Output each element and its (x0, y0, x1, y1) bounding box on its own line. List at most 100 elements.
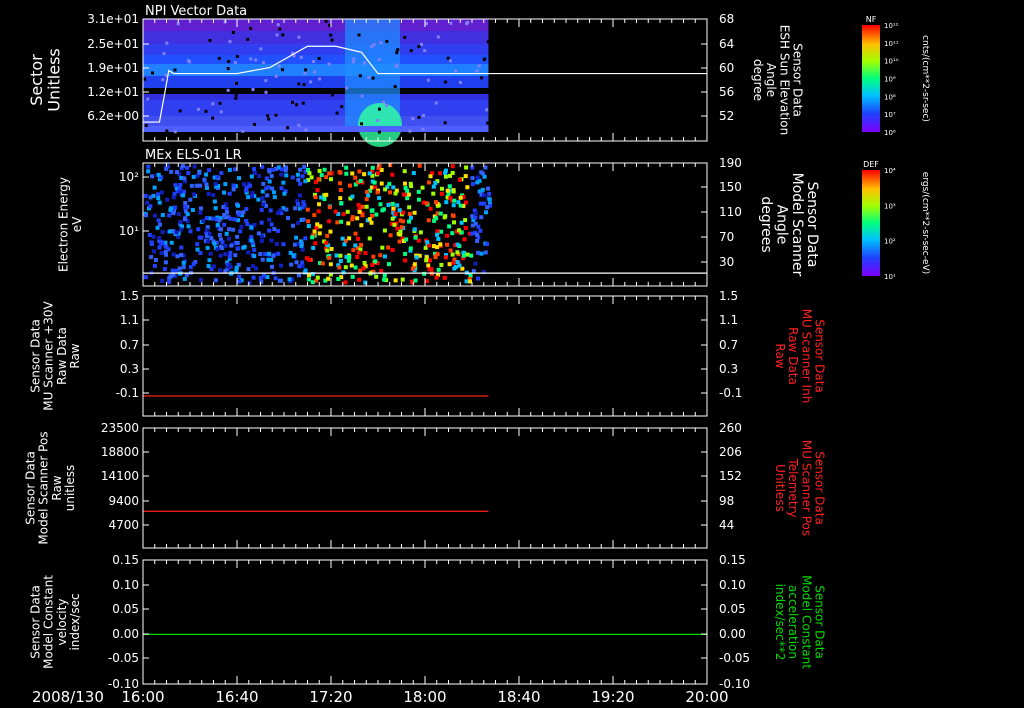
spectrogram-band (143, 31, 489, 44)
spectrogram-pixel (409, 49, 413, 53)
spectrogram-pixel (251, 88, 255, 92)
date-label: 2008/130 (32, 688, 104, 706)
spectrogram-pixel (343, 265, 348, 270)
right-y-tick-label: 0.7 (719, 338, 738, 352)
spectrogram-pixel (431, 191, 436, 196)
spectrogram-pixel (227, 59, 231, 63)
spectrogram-pixel (371, 254, 376, 259)
colorbar-tick-label: 10¹² (884, 22, 899, 30)
spectrogram-pixel (450, 231, 455, 236)
spectrogram-pixel (380, 208, 385, 213)
colorbar-unit: cnts/(cm**2-sr-sec) (920, 35, 930, 122)
spectrogram-pixel (327, 171, 332, 176)
y-tick-label: 1.2e+01 (87, 85, 139, 99)
spectrogram-pixel (218, 253, 223, 258)
spectrogram-pixel (411, 171, 416, 176)
spectrogram-pixel (223, 269, 228, 274)
spectrogram-pixel (345, 209, 350, 214)
spectrogram-pixel (297, 123, 301, 127)
spectrogram-pixel (317, 168, 322, 173)
spectrogram-pixel (247, 183, 252, 188)
spectrogram-pixel (291, 100, 295, 104)
spectrogram-pixel (249, 174, 254, 179)
y-axis-label-line: Model Scanner Pos (37, 431, 51, 544)
spectrogram-pixel (241, 210, 246, 215)
right-y-axis-label-line: Sensor Data (804, 182, 820, 268)
spectrogram-pixel (438, 171, 443, 176)
spectrogram-pixel (435, 245, 440, 250)
right-y-tick-label: 0.05 (719, 602, 746, 616)
right-y-axis-label-line: index/sec**2 (773, 584, 787, 661)
spectrogram-pixel (264, 90, 268, 94)
y-tick-label: 0.00 (112, 627, 139, 641)
spectrogram-pixel (322, 167, 327, 172)
y-tick-label: 3.1e+01 (87, 12, 139, 26)
spectrogram-pixel (333, 209, 338, 214)
spectrogram-pixel (425, 240, 430, 245)
spectrogram-pixel (358, 179, 363, 184)
spectrogram-pixel (407, 205, 412, 210)
spectrogram-pixel (448, 248, 453, 253)
spectrogram-pixel (280, 167, 285, 172)
spectrogram-pixel (208, 39, 212, 43)
spectrogram-pixel (271, 167, 276, 172)
spectrogram-pixel (450, 164, 455, 169)
spectrogram-pixel (378, 253, 383, 258)
spectrogram-pixel (386, 245, 391, 250)
spectrogram-pixel (204, 216, 209, 221)
spectrogram-pixel (347, 254, 352, 259)
spectrogram-pixel (487, 191, 492, 196)
spectrogram-pixel (237, 176, 242, 181)
spectrogram-pixel (412, 227, 417, 232)
spectrogram-pixel (485, 205, 490, 210)
panel-2: 10² 10¹ 190 150 110 70 30 MEx ELS-01 LR Electron… (57, 148, 930, 287)
spectrogram-pixel (315, 275, 320, 280)
panel-4: 23500 18800 14100 9400 4700 260 206 152 98 44 Sens… (23, 421, 827, 549)
spectrogram-pixel (369, 208, 374, 213)
spectrogram-pixel (183, 204, 188, 209)
spectrogram-pixel (259, 238, 264, 243)
spectrogram-pixel (226, 88, 230, 92)
colorbar-unit-text: ergs/(cm**2-sr-sec-eV) (920, 172, 930, 274)
y-axis-label-line: velocity (55, 599, 69, 646)
spectrogram-pixel (164, 245, 169, 250)
spectrogram-pixel (424, 201, 429, 206)
y-axis-label-line: Unitless (44, 48, 63, 112)
spectrogram-pixel (182, 176, 187, 181)
spectrogram-pixel (450, 170, 455, 175)
spectrogram-pixel (393, 212, 398, 217)
spectrogram-pixel (223, 252, 228, 257)
spectrogram-pixel (412, 262, 417, 267)
y-axis-label: SectorUnitless (27, 48, 64, 112)
spectrogram-pixel (194, 183, 199, 188)
spectrogram-pixel (147, 233, 152, 238)
spectrogram-pixel (228, 40, 232, 44)
right-y-axis-label-line: Sensor Data (791, 43, 805, 117)
spectrogram-pixel (269, 222, 274, 227)
spectrogram-pixel (336, 276, 341, 281)
spectrogram-pixel (204, 182, 209, 187)
spectrogram-pixel (376, 166, 381, 171)
spectrogram-pixel (428, 174, 433, 179)
spectrogram-pixel (204, 109, 208, 113)
spectrogram-pixel (163, 260, 168, 265)
spectrogram-pixel (243, 188, 248, 193)
y-tick-label: 2.5e+01 (87, 37, 139, 51)
y-tick-label: 10¹ (119, 224, 139, 238)
colorbar-tick-label: 10⁷ (884, 111, 896, 119)
spectrogram-pixel (477, 178, 482, 183)
spectrogram-pixel (365, 189, 370, 194)
spectrogram-pixel (482, 201, 487, 206)
right-y-axis-label-line: acceleration (786, 585, 800, 659)
spectrogram-pixel (228, 216, 233, 221)
right-y-tick-label: 0.15 (719, 553, 746, 567)
spectrogram-pixel (169, 169, 174, 174)
spectrogram-pixel (327, 219, 332, 224)
spectrogram-pixel (209, 236, 214, 241)
spectrogram-pixel (390, 216, 395, 221)
spectrogram-pixel (302, 83, 306, 87)
spectrogram-pixel (442, 275, 447, 280)
spectrogram-pixel (296, 177, 301, 182)
spectrogram-pixel (399, 225, 404, 230)
colorbar-tick-label: 10¹ (884, 273, 896, 281)
